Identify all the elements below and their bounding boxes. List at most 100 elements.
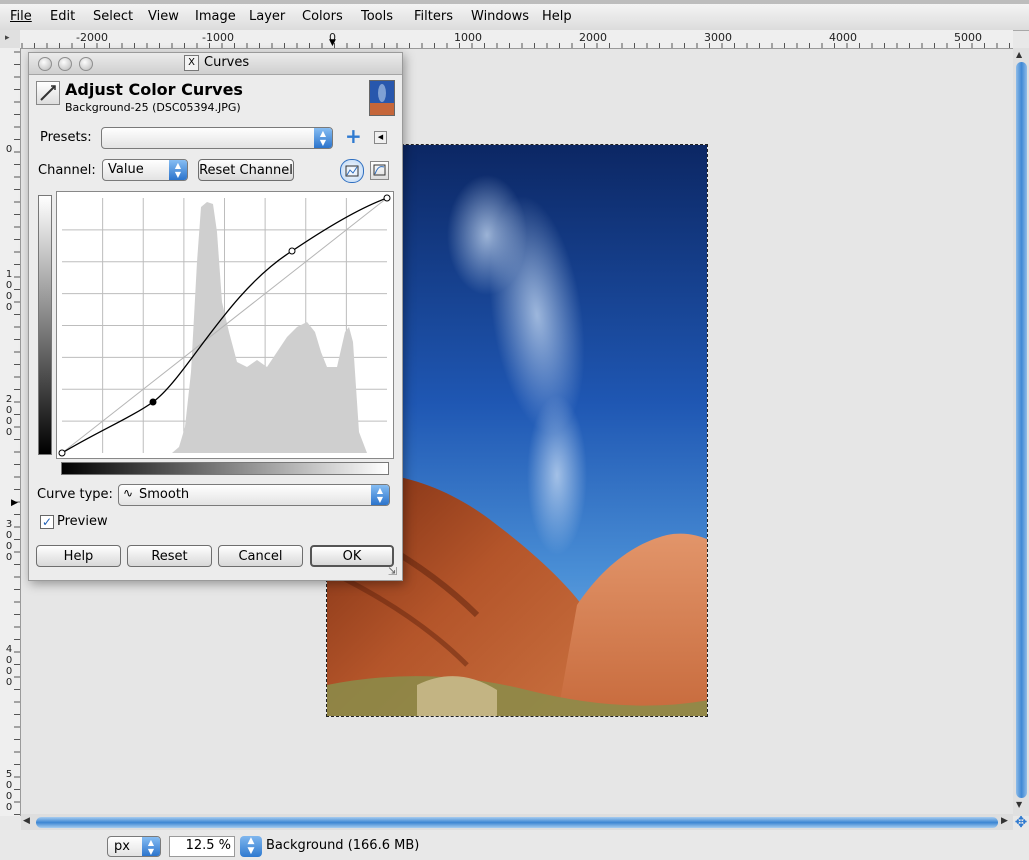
preset-menu-icon[interactable]: ◀ xyxy=(374,131,387,144)
curve-type-combo[interactable]: ∿ Smooth ▲ ▼ xyxy=(118,484,390,506)
hruler-pointer-icon: ▼ xyxy=(329,38,336,48)
scroll-left-arrow-icon[interactable]: ◀ xyxy=(23,816,30,826)
menubar: File Edit Select View Image Layer Colors… xyxy=(0,4,1029,31)
horizontal-ruler: -2000 -1000 0 1000 2000 3000 4000 5000 ▼ xyxy=(20,30,1013,49)
menu-windows-label: Windows xyxy=(471,9,530,24)
curve-type-arrow-icon: ▲ ▼ xyxy=(371,485,389,505)
dialog-titlebar[interactable]: X Curves xyxy=(29,53,402,75)
curve-type-label: Curve type: xyxy=(37,487,113,502)
cancel-button-label: Cancel xyxy=(238,549,283,564)
smooth-curve-icon: ∿ xyxy=(123,486,134,500)
add-preset-icon[interactable]: + xyxy=(345,125,362,147)
menu-file[interactable]: File xyxy=(10,9,32,24)
ruler-corner-toggle[interactable]: ▸ xyxy=(0,30,21,49)
linear-histogram-icon[interactable] xyxy=(340,159,364,183)
presets-combo[interactable]: ▲ ▼ xyxy=(101,127,333,149)
vruler-label: 0 xyxy=(5,144,13,155)
menu-image[interactable]: Image xyxy=(195,9,236,24)
hruler-label: 5000 xyxy=(954,31,982,44)
menu-layer[interactable]: Layer xyxy=(249,9,285,24)
hruler-label: 3000 xyxy=(704,31,732,44)
menu-filters[interactable]: Filters xyxy=(414,9,453,24)
dialog-title: Curves xyxy=(204,55,250,70)
scroll-up-arrow-icon[interactable]: ▲ xyxy=(1016,50,1022,59)
menu-image-label: Image xyxy=(195,9,236,24)
menu-filters-label: Filters xyxy=(414,9,453,24)
zoom-field-value: 12.5 % xyxy=(185,838,231,853)
minimize-window-icon[interactable] xyxy=(58,57,72,71)
menu-edit-label: Edit xyxy=(50,9,76,24)
logarithmic-histogram-icon[interactable] xyxy=(370,161,389,180)
dialog-subheading: Background-25 (DSC05394.JPG) xyxy=(65,101,241,114)
curves-tool-icon xyxy=(36,81,60,105)
curves-dialog: X Curves Adjust Color Curves Background-… xyxy=(28,52,403,581)
vruler-label: 5000 xyxy=(5,769,13,813)
channel-label: Channel: xyxy=(38,163,96,178)
menu-edit[interactable]: Edit xyxy=(50,9,75,24)
curve-point[interactable] xyxy=(383,194,391,202)
vruler-pointer-icon: ▶ xyxy=(11,498,18,508)
reset-channel-button[interactable]: Reset Channel xyxy=(198,159,294,181)
dialog-heading: Adjust Color Curves xyxy=(65,80,243,99)
channel-combo-arrow-icon: ▲ ▼ xyxy=(169,160,187,180)
presets-combo-arrow-icon: ▲ ▼ xyxy=(314,128,332,148)
preview-checkbox[interactable]: ✓ xyxy=(40,515,54,529)
menu-colors[interactable]: Colors xyxy=(302,9,343,24)
zoom-window-icon[interactable] xyxy=(79,57,93,71)
reset-button[interactable]: Reset xyxy=(127,545,212,567)
close-window-icon[interactable] xyxy=(38,57,52,71)
status-layer-info: Background (166.6 MB) xyxy=(266,838,420,853)
zoom-field[interactable]: 12.5 % xyxy=(169,836,235,857)
input-gradient-bar xyxy=(61,462,389,475)
menu-colors-label: Colors xyxy=(302,9,343,24)
ok-button-label: OK xyxy=(342,549,362,564)
curves-graph-svg xyxy=(58,194,391,457)
menu-tools[interactable]: Tools xyxy=(361,9,393,24)
reset-channel-label: Reset Channel xyxy=(199,163,293,178)
vruler-label: 2000 xyxy=(5,394,13,438)
curve-point[interactable] xyxy=(58,449,66,457)
curve-point-selected[interactable] xyxy=(149,398,157,406)
hruler-label: 4000 xyxy=(829,31,857,44)
menu-file-label: File xyxy=(10,9,32,24)
curve-point[interactable] xyxy=(288,247,296,255)
menu-view-label: View xyxy=(148,9,179,24)
presets-label: Presets: xyxy=(40,130,92,145)
menu-select[interactable]: Select xyxy=(93,9,133,24)
ok-button[interactable]: OK xyxy=(310,545,394,567)
hruler-label: 2000 xyxy=(579,31,607,44)
cancel-button[interactable]: Cancel xyxy=(218,545,303,567)
menu-layer-label: Layer xyxy=(249,9,286,24)
unit-selector-arrow-icon: ▲ ▼ xyxy=(142,837,160,856)
x11-app-icon: X xyxy=(184,55,199,71)
help-button[interactable]: Help xyxy=(36,545,121,567)
hruler-label: 1000 xyxy=(454,31,482,44)
reset-button-label: Reset xyxy=(151,549,188,564)
menu-windows[interactable]: Windows xyxy=(471,9,529,24)
help-button-label: Help xyxy=(63,549,94,564)
menu-tools-label: Tools xyxy=(361,9,394,24)
menu-select-label: Select xyxy=(93,9,134,24)
menu-view[interactable]: View xyxy=(148,9,179,24)
output-gradient-bar xyxy=(38,195,52,455)
scroll-down-arrow-icon[interactable]: ▼ xyxy=(1016,800,1022,809)
zoom-stepper-icon[interactable]: ▲ ▼ xyxy=(240,836,262,857)
horizontal-scrollbar-thumb[interactable] xyxy=(36,817,998,828)
horizontal-ruler-ticks xyxy=(21,43,1010,48)
hruler-label: -2000 xyxy=(76,31,108,44)
preview-label: Preview xyxy=(57,514,108,529)
vruler-label: 4000 xyxy=(5,644,13,688)
vruler-label: 3000 xyxy=(5,519,13,563)
curves-graph[interactable] xyxy=(56,191,394,459)
scroll-right-arrow-icon[interactable]: ▶ xyxy=(1001,816,1008,826)
resize-grip-icon[interactable]: ⇲ xyxy=(388,565,397,578)
hruler-label: -1000 xyxy=(202,31,234,44)
menu-help[interactable]: Help xyxy=(542,9,572,24)
vertical-ruler: 0 1000 2000 3000 4000 5000 ▶ xyxy=(0,48,21,816)
unit-selector[interactable]: px ▲ ▼ xyxy=(107,836,161,857)
curve-type-value: Smooth xyxy=(139,487,190,502)
channel-combo[interactable]: Value ▲ ▼ xyxy=(102,159,188,181)
navigate-move-icon[interactable]: ✥ xyxy=(1013,814,1029,830)
vertical-scrollbar-thumb[interactable] xyxy=(1016,62,1027,798)
layer-thumbnail xyxy=(369,80,395,116)
